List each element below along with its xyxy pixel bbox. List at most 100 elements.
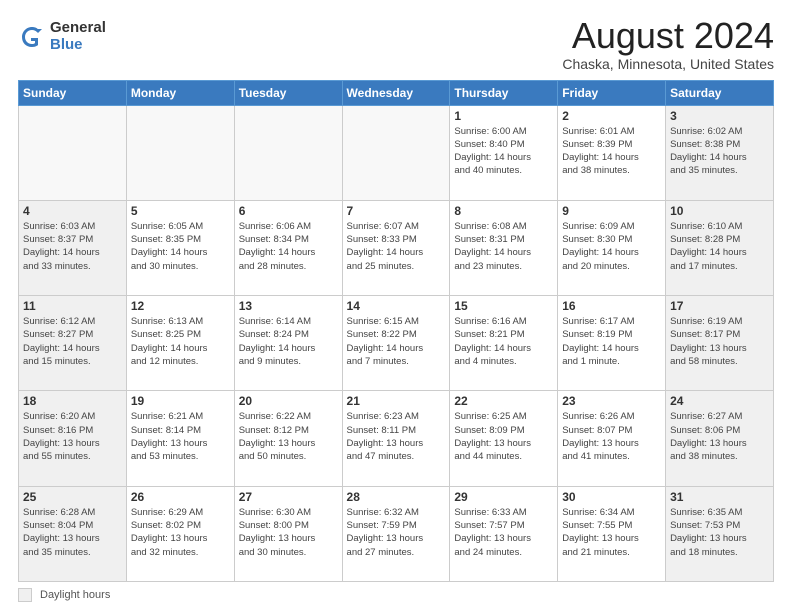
day-number: 2 <box>562 109 661 123</box>
calendar-cell: 12 Sunrise: 6:13 AM Sunset: 8:25 PM Dayli… <box>126 296 234 391</box>
day-info: Sunrise: 6:35 AM Sunset: 7:53 PM Dayligh… <box>670 506 769 559</box>
day-info: Sunrise: 6:03 AM Sunset: 8:37 PM Dayligh… <box>23 220 122 273</box>
day-number: 14 <box>347 299 446 313</box>
week-row-4: 25Sunrise: 6:28 AM Sunset: 8:04 PM Dayli… <box>19 486 774 581</box>
day-number: 10 <box>670 204 769 218</box>
col-header-monday: Monday <box>126 80 234 105</box>
day-info: Sunrise: 6:19 AM Sunset: 8:17 PM Dayligh… <box>670 315 769 368</box>
calendar-cell: 19 Sunrise: 6:21 AM Sunset: 8:14 PM Dayli… <box>126 391 234 486</box>
col-header-sunday: Sunday <box>19 80 127 105</box>
calendar-cell: 10 Sunrise: 6:10 AM Sunset: 8:28 PM Dayli… <box>666 200 774 295</box>
calendar-cell: 25Sunrise: 6:28 AM Sunset: 8:04 PM Dayli… <box>19 486 127 581</box>
day-number: 3 <box>670 109 769 123</box>
calendar-cell <box>19 105 127 200</box>
day-number: 25 <box>23 490 122 504</box>
header-row: SundayMondayTuesdayWednesdayThursdayFrid… <box>19 80 774 105</box>
calendar-cell: 24 Sunrise: 6:27 AM Sunset: 8:06 PM Dayli… <box>666 391 774 486</box>
calendar-cell: 31 Sunrise: 6:35 AM Sunset: 7:53 PM Dayli… <box>666 486 774 581</box>
day-info: Sunrise: 6:21 AM Sunset: 8:14 PM Dayligh… <box>131 410 230 463</box>
calendar-cell: 16Sunrise: 6:17 AM Sunset: 8:19 PM Dayli… <box>558 296 666 391</box>
col-header-thursday: Thursday <box>450 80 558 105</box>
calendar-cell: 8Sunrise: 6:08 AM Sunset: 8:31 PM Daylig… <box>450 200 558 295</box>
day-info: Sunrise: 6:05 AM Sunset: 8:35 PM Dayligh… <box>131 220 230 273</box>
day-number: 23 <box>562 394 661 408</box>
day-number: 18 <box>23 394 122 408</box>
day-number: 15 <box>454 299 553 313</box>
day-number: 9 <box>562 204 661 218</box>
calendar-cell: 22Sunrise: 6:25 AM Sunset: 8:09 PM Dayli… <box>450 391 558 486</box>
calendar-cell: 21Sunrise: 6:23 AM Sunset: 8:11 PM Dayli… <box>342 391 450 486</box>
logo-blue-text: Blue <box>50 37 106 54</box>
page: General Blue August 2024 Chaska, Minneso… <box>0 0 792 612</box>
day-info: Sunrise: 6:22 AM Sunset: 8:12 PM Dayligh… <box>239 410 338 463</box>
day-number: 26 <box>131 490 230 504</box>
calendar-cell: 30Sunrise: 6:34 AM Sunset: 7:55 PM Dayli… <box>558 486 666 581</box>
day-number: 28 <box>347 490 446 504</box>
title-block: August 2024 Chaska, Minnesota, United St… <box>562 16 774 72</box>
day-number: 29 <box>454 490 553 504</box>
day-info: Sunrise: 6:02 AM Sunset: 8:38 PM Dayligh… <box>670 125 769 178</box>
day-number: 31 <box>670 490 769 504</box>
day-number: 13 <box>239 299 338 313</box>
calendar-cell: 17Sunrise: 6:19 AM Sunset: 8:17 PM Dayli… <box>666 296 774 391</box>
calendar-cell: 13 Sunrise: 6:14 AM Sunset: 8:24 PM Dayli… <box>234 296 342 391</box>
calendar-cell: 2 Sunrise: 6:01 AM Sunset: 8:39 PM Daylig… <box>558 105 666 200</box>
calendar-cell <box>234 105 342 200</box>
logo-icon <box>18 23 46 51</box>
main-title: August 2024 <box>562 16 774 56</box>
calendar-cell: 6Sunrise: 6:06 AM Sunset: 8:34 PM Daylig… <box>234 200 342 295</box>
col-header-friday: Friday <box>558 80 666 105</box>
calendar-cell: 7Sunrise: 6:07 AM Sunset: 8:33 PM Daylig… <box>342 200 450 295</box>
day-number: 11 <box>23 299 122 313</box>
week-row-0: 1 Sunrise: 6:00 AM Sunset: 8:40 PM Daylig… <box>19 105 774 200</box>
day-number: 24 <box>670 394 769 408</box>
calendar-cell: 5 Sunrise: 6:05 AM Sunset: 8:35 PM Daylig… <box>126 200 234 295</box>
calendar-cell <box>126 105 234 200</box>
logo-text: General Blue <box>50 20 106 53</box>
calendar-header: SundayMondayTuesdayWednesdayThursdayFrid… <box>19 80 774 105</box>
day-info: Sunrise: 6:12 AM Sunset: 8:27 PM Dayligh… <box>23 315 122 368</box>
day-info: Sunrise: 6:33 AM Sunset: 7:57 PM Dayligh… <box>454 506 553 559</box>
day-info: Sunrise: 6:00 AM Sunset: 8:40 PM Dayligh… <box>454 125 553 178</box>
day-info: Sunrise: 6:25 AM Sunset: 8:09 PM Dayligh… <box>454 410 553 463</box>
day-info: Sunrise: 6:30 AM Sunset: 8:00 PM Dayligh… <box>239 506 338 559</box>
calendar-cell: 27 Sunrise: 6:30 AM Sunset: 8:00 PM Dayli… <box>234 486 342 581</box>
week-row-3: 18 Sunrise: 6:20 AM Sunset: 8:16 PM Dayli… <box>19 391 774 486</box>
day-number: 7 <box>347 204 446 218</box>
day-info: Sunrise: 6:13 AM Sunset: 8:25 PM Dayligh… <box>131 315 230 368</box>
day-number: 20 <box>239 394 338 408</box>
footer: Daylight hours <box>18 588 774 602</box>
day-info: Sunrise: 6:23 AM Sunset: 8:11 PM Dayligh… <box>347 410 446 463</box>
day-info: Sunrise: 6:14 AM Sunset: 8:24 PM Dayligh… <box>239 315 338 368</box>
calendar-cell: 23Sunrise: 6:26 AM Sunset: 8:07 PM Dayli… <box>558 391 666 486</box>
header: General Blue August 2024 Chaska, Minneso… <box>18 16 774 72</box>
calendar-cell: 1 Sunrise: 6:00 AM Sunset: 8:40 PM Daylig… <box>450 105 558 200</box>
legend-box <box>18 588 32 602</box>
calendar-cell: 29 Sunrise: 6:33 AM Sunset: 7:57 PM Dayli… <box>450 486 558 581</box>
calendar-cell <box>342 105 450 200</box>
day-info: Sunrise: 6:27 AM Sunset: 8:06 PM Dayligh… <box>670 410 769 463</box>
day-number: 16 <box>562 299 661 313</box>
day-number: 5 <box>131 204 230 218</box>
day-number: 1 <box>454 109 553 123</box>
calendar-cell: 18 Sunrise: 6:20 AM Sunset: 8:16 PM Dayli… <box>19 391 127 486</box>
logo-general-text: General <box>50 20 106 37</box>
calendar-table: SundayMondayTuesdayWednesdayThursdayFrid… <box>18 80 774 582</box>
calendar-cell: 28Sunrise: 6:32 AM Sunset: 7:59 PM Dayli… <box>342 486 450 581</box>
day-info: Sunrise: 6:29 AM Sunset: 8:02 PM Dayligh… <box>131 506 230 559</box>
day-number: 6 <box>239 204 338 218</box>
calendar-cell: 9Sunrise: 6:09 AM Sunset: 8:30 PM Daylig… <box>558 200 666 295</box>
day-info: Sunrise: 6:16 AM Sunset: 8:21 PM Dayligh… <box>454 315 553 368</box>
calendar-cell: 3 Sunrise: 6:02 AM Sunset: 8:38 PM Daylig… <box>666 105 774 200</box>
day-info: Sunrise: 6:10 AM Sunset: 8:28 PM Dayligh… <box>670 220 769 273</box>
calendar-cell: 20 Sunrise: 6:22 AM Sunset: 8:12 PM Dayli… <box>234 391 342 486</box>
day-number: 30 <box>562 490 661 504</box>
week-row-1: 4Sunrise: 6:03 AM Sunset: 8:37 PM Daylig… <box>19 200 774 295</box>
col-header-saturday: Saturday <box>666 80 774 105</box>
day-number: 27 <box>239 490 338 504</box>
day-info: Sunrise: 6:20 AM Sunset: 8:16 PM Dayligh… <box>23 410 122 463</box>
day-number: 19 <box>131 394 230 408</box>
calendar-cell: 4Sunrise: 6:03 AM Sunset: 8:37 PM Daylig… <box>19 200 127 295</box>
day-info: Sunrise: 6:01 AM Sunset: 8:39 PM Dayligh… <box>562 125 661 178</box>
day-number: 12 <box>131 299 230 313</box>
